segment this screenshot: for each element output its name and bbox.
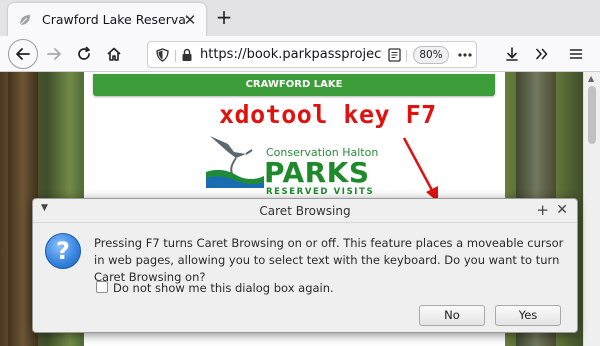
downloads-button[interactable] <box>498 40 526 68</box>
back-button[interactable] <box>8 39 38 69</box>
home-button[interactable] <box>100 40 128 68</box>
reload-icon <box>78 46 90 60</box>
url-separator <box>175 50 176 62</box>
page-banner: CRAWFORD LAKE <box>93 74 495 96</box>
reload-button[interactable] <box>70 40 98 68</box>
download-icon <box>506 47 518 61</box>
menu-icon <box>569 49 583 59</box>
forward-icon <box>47 48 61 60</box>
page-scrollbar[interactable]: ▲ <box>583 72 600 346</box>
shield-icon[interactable] <box>156 48 169 62</box>
dialog-titlebar[interactable]: ▼ Caret Browsing + ✕ <box>33 199 577 223</box>
more-icon[interactable] <box>458 53 472 57</box>
overflow-icon <box>536 48 548 60</box>
new-tab-button[interactable]: + <box>212 6 236 30</box>
lock-icon[interactable] <box>181 48 193 62</box>
dialog-title: Caret Browsing <box>259 204 351 218</box>
url-bar[interactable]: https://book.parkpassproject.com/ 80% <box>147 41 477 68</box>
annotation-arrow-icon <box>402 137 438 202</box>
tab-active[interactable]: Crawford Lake Reservation ✕ <box>8 3 206 36</box>
forward-button[interactable] <box>40 40 68 68</box>
back-icon <box>16 48 30 60</box>
leaf-icon <box>19 14 30 25</box>
tab-strip: Crawford Lake Reservation ✕ + <box>0 0 600 36</box>
dialog-message: Pressing F7 turns Caret Browsing on or o… <box>94 236 564 284</box>
close-tab-icon[interactable]: ✕ <box>182 12 198 28</box>
reader-view-icon[interactable] <box>388 48 401 62</box>
logo-wordmark: PARKS <box>264 156 370 189</box>
nav-bar: https://book.parkpassproject.com/ 80% <box>0 36 600 72</box>
logo-tagline: RESERVED VISITS <box>266 187 375 197</box>
keep-above-icon[interactable]: + <box>536 201 549 219</box>
close-icon[interactable]: ✕ <box>556 202 568 218</box>
zoom-level-badge[interactable]: 80% <box>413 46 449 64</box>
dont-show-again-checkbox[interactable] <box>96 281 108 293</box>
app-menu-button[interactable] <box>562 40 590 68</box>
tab-title: Crawford Lake Reservation <box>42 12 187 27</box>
scroll-up-icon[interactable]: ▲ <box>588 74 594 83</box>
url-separator-2 <box>406 50 407 62</box>
heron-icon <box>206 136 264 188</box>
question-icon: ? <box>45 233 81 269</box>
yes-button[interactable]: Yes <box>495 305 561 326</box>
scroll-thumb[interactable] <box>588 86 596 144</box>
url-text[interactable]: https://book.parkpassproject.com/ <box>200 47 382 62</box>
parks-logo: Conservation Halton PARKS RESERVED VISIT… <box>206 130 378 197</box>
no-button[interactable]: No <box>419 305 485 326</box>
home-icon <box>107 47 121 61</box>
overflow-button[interactable] <box>528 40 556 68</box>
dont-show-again-label[interactable]: Do not show me this dialog box again. <box>113 281 334 295</box>
caret-browsing-dialog: ▼ Caret Browsing + ✕ ? Pressing F7 turns… <box>32 198 578 333</box>
annotation-text: xdotool key F7 <box>219 100 437 129</box>
